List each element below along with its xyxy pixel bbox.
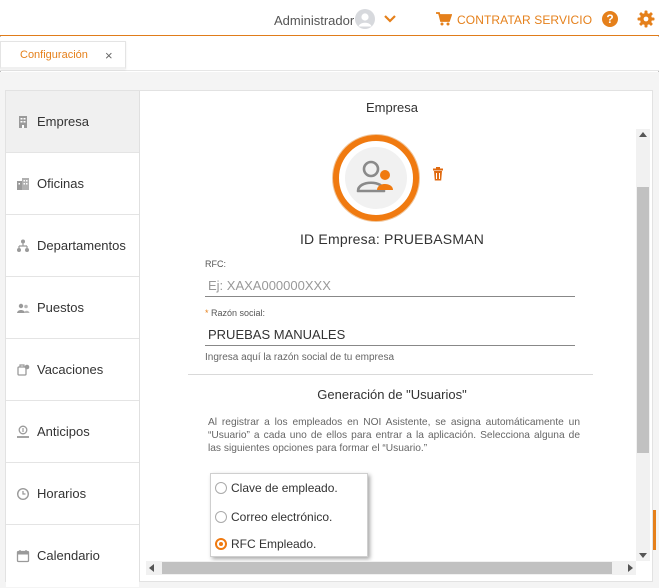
sidebar-item-vacaciones[interactable]: Vacaciones — [6, 339, 139, 401]
company-logo[interactable] — [333, 135, 419, 221]
razon-social-input[interactable] — [205, 324, 575, 346]
money-hand-icon — [17, 425, 29, 438]
building-icon — [19, 116, 27, 128]
scroll-left-icon[interactable] — [149, 564, 154, 572]
section-title: Empresa — [365, 100, 419, 115]
close-icon[interactable]: × — [105, 49, 113, 63]
sidebar-item-anticipos[interactable]: Anticipos — [6, 401, 139, 463]
content-area: Empresa Oficinas Departamentos Puestos V… — [0, 72, 659, 588]
sidebar-item-label: Oficinas — [37, 176, 84, 191]
usuarios-title: Generación de "Usuarios" — [317, 387, 467, 402]
vertical-scroll-thumb[interactable] — [637, 187, 649, 453]
section-divider — [188, 374, 593, 375]
scroll-down-icon[interactable] — [639, 553, 647, 558]
top-header: Administrador CONTRATAR SERVICIO ? — [0, 0, 659, 36]
edge-accent — [653, 510, 656, 550]
horizontal-scroll-thumb[interactable] — [162, 562, 612, 574]
user-group-icon — [356, 160, 393, 193]
razon-social-label: * Razón social: — [205, 308, 265, 318]
sidebar-item-label: Departamentos — [37, 238, 126, 253]
trash-icon[interactable] — [432, 167, 444, 181]
sidebar-item-horarios[interactable]: Horarios — [6, 463, 139, 525]
radio-button[interactable] — [215, 511, 227, 523]
sidebar-item-label: Horarios — [37, 486, 87, 501]
tab-bar: Configuración × — [0, 37, 659, 71]
user-avatar-icon[interactable] — [355, 9, 375, 29]
tab-label: Configuración — [20, 49, 88, 61]
gear-icon[interactable] — [637, 10, 655, 28]
sidebar-item-label: Puestos — [37, 300, 84, 315]
chevron-down-icon[interactable] — [383, 12, 397, 24]
sidebar-item-label: Empresa — [37, 114, 90, 129]
help-icon[interactable]: ? — [602, 11, 618, 27]
usuario-options: Clave de empleado. Correo electrónico. R… — [210, 473, 368, 557]
sidebar-item-empresa[interactable]: Empresa — [6, 91, 139, 153]
option-correo-electronico[interactable]: Correo electrónico. — [215, 508, 365, 526]
option-rfc-empleado[interactable]: RFC Empleado. — [215, 535, 365, 553]
contratar-servicio-button[interactable]: CONTRATAR SERVICIO — [457, 13, 592, 27]
user-name[interactable]: Administrador — [274, 13, 354, 28]
tab-configuracion[interactable]: Configuración × — [0, 41, 126, 69]
cart-icon[interactable] — [436, 12, 453, 26]
calendar-icon — [16, 550, 30, 563]
company-id: ID Empresa: PRUEBASMAN — [299, 231, 485, 247]
scroll-right-icon[interactable] — [628, 564, 633, 572]
vertical-scrollbar[interactable] — [636, 129, 650, 561]
usuarios-description: Al registrar a los empleados en NOI Asis… — [208, 417, 580, 454]
sidebar-item-label: Anticipos — [37, 424, 90, 439]
vacation-icon — [17, 364, 30, 376]
sidebar-item-label: Calendario — [37, 548, 100, 563]
option-label: Correo electrónico. — [231, 510, 333, 524]
horizontal-scrollbar[interactable] — [146, 561, 636, 575]
settings-panel: Empresa Oficinas Departamentos Puestos V… — [5, 90, 653, 587]
org-chart-icon — [17, 239, 29, 252]
option-label: Clave de empleado. — [231, 481, 338, 495]
sidebar-item-calendario[interactable]: Calendario — [6, 525, 139, 587]
razon-social-helper: Ingresa aquí la razón social de tu empre… — [205, 352, 394, 363]
sidebar-item-puestos[interactable]: Puestos — [6, 277, 139, 339]
company-form: Empresa ID Empresa: PRUEBASMAN RFC: Ej: … — [146, 91, 652, 581]
option-clave-empleado[interactable]: Clave de empleado. — [215, 479, 365, 497]
scroll-up-icon[interactable] — [639, 132, 647, 137]
sidebar-item-label: Vacaciones — [37, 362, 104, 377]
clock-icon — [16, 487, 30, 501]
rfc-input[interactable] — [205, 275, 575, 297]
company-logo-placeholder — [345, 147, 407, 209]
radio-button-checked[interactable] — [215, 538, 227, 550]
users-icon — [17, 303, 30, 313]
radio-button[interactable] — [215, 482, 227, 494]
sidebar-item-oficinas[interactable]: Oficinas — [6, 153, 139, 215]
rfc-label: RFC: — [205, 259, 226, 269]
razon-social-label-text: Razón social: — [211, 308, 266, 318]
sidebar-item-departamentos[interactable]: Departamentos — [6, 215, 139, 277]
office-icon — [17, 178, 29, 190]
option-label: RFC Empleado. — [231, 537, 317, 551]
required-marker: * — [205, 308, 209, 318]
sidebar: Empresa Oficinas Departamentos Puestos V… — [6, 91, 140, 587]
